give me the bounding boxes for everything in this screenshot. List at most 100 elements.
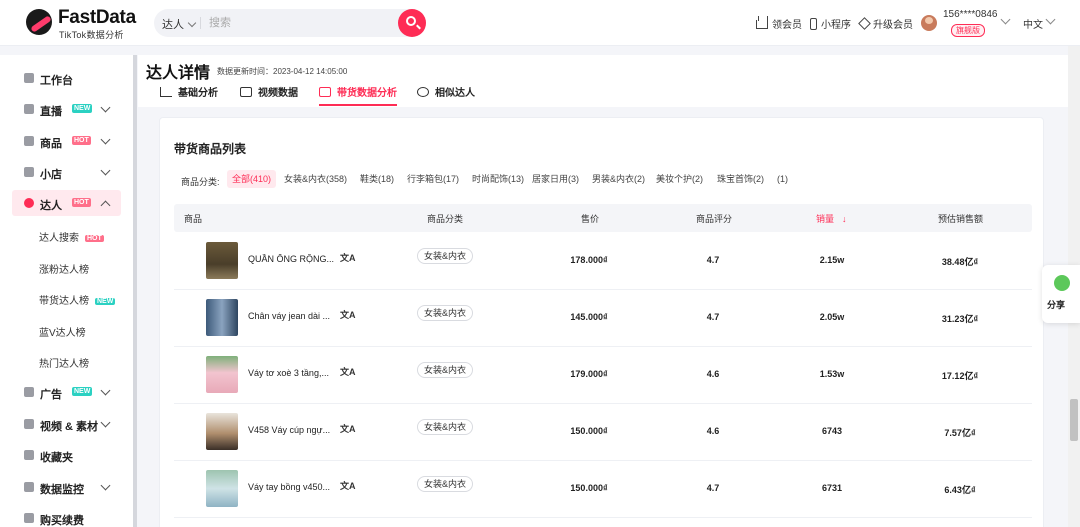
product-thumbnail[interactable] [206,299,238,336]
mini-program-link[interactable]: 小程序 [810,16,851,31]
new-badge: NEW [95,298,116,305]
table-row[interactable]: QUẦN ỐNG RỘNG... 文A 女装&内衣 178.000₫ 4.7 2… [174,233,1032,290]
sidebar-subitem-search[interactable]: 达人搜索 HOT [39,229,104,244]
phone-icon [810,18,817,31]
share-button[interactable]: 分享 [1042,265,1080,323]
sidebar-subitem-follower-growth[interactable]: 涨粉达人榜 [39,261,89,276]
product-name[interactable]: Váy tơ xoè 3 tầng,... [248,368,336,378]
tab-basic-analysis[interactable]: 基础分析 [160,84,218,106]
revenue-cell: 7.57亿₫ [944,428,976,438]
home-icon [24,73,34,83]
category-chip[interactable]: 女装&内衣(358) [282,170,349,188]
chevron-down-icon [100,385,111,396]
translate-icon[interactable]: 文A [340,251,356,264]
sales-cell: 2.15w [819,255,845,265]
plan-badge: 旗舰版 [951,24,985,37]
sidebar-item-monitoring[interactable]: 数据监控 [12,474,121,500]
category-chip[interactable]: 全部(410) [227,170,277,188]
rating-cell: 4.7 [706,255,720,265]
bag-icon [319,87,331,98]
search-icon [406,16,416,26]
vip-link[interactable]: 领会员 [756,15,802,31]
table-row[interactable]: Váy tay bồng v450... 文A 女装&内衣 150.000₫ 4… [174,461,1032,518]
sidebar-item-ads[interactable]: 广告 NEW [12,379,121,405]
language-chevron-icon[interactable] [1045,14,1056,25]
translate-icon[interactable]: 文A [340,422,356,435]
product-thumbnail[interactable] [206,470,238,507]
logo[interactable]: FastData TikTok数据分析 [24,7,154,41]
page-header: 达人详情 数据更新时间：2023-04-12 14:05:00 基础分析 视频数… [138,55,1068,107]
product-name[interactable]: V458 Váy cúp ngự... [248,425,336,435]
product-thumbnail[interactable] [206,242,238,279]
tab-similar-influencers[interactable]: 相似达人 [417,84,475,106]
product-name[interactable]: QUẦN ỐNG RỘNG... [248,254,336,264]
column-header-sales[interactable]: 销量 ↓ [816,212,847,225]
sidebar-item-shop[interactable]: 小店 [12,159,121,185]
sales-cell: 2.05w [819,312,845,322]
translate-icon[interactable]: 文A [340,308,356,321]
table-row[interactable]: Chân váy jean dài ... 文A 女装&内衣 145.000₫ … [174,290,1032,347]
sidebar-subitem-trending[interactable]: 热门达人榜 [39,355,89,370]
video-icon [24,419,34,429]
product-thumbnail[interactable] [206,356,238,393]
sidebar-item-live[interactable]: 直播 NEW [12,96,121,122]
sidebar-item-dashboard[interactable]: 工作台 [12,65,121,91]
sidebar-item-videos[interactable]: 视频 & 素材 [12,411,121,437]
search-type-select[interactable]: 达人 [162,16,197,32]
category-chip[interactable]: 珠宝首饰(2) [715,170,766,188]
search-input[interactable] [209,13,389,33]
column-header-rating[interactable]: 商品评分 [696,212,732,225]
sidebar-subitem-blue-v[interactable]: 蓝V达人榜 [39,324,86,339]
chevron-up-icon [100,200,111,211]
similar-icon [417,87,429,98]
table-row[interactable]: Váy tơ xoè 3 tầng,... 文A 女装&内衣 179.000₫ … [174,347,1032,404]
user-menu-chevron-icon[interactable] [1000,14,1011,25]
chevron-down-icon [100,165,111,176]
language-select[interactable]: 中文 [1023,16,1043,31]
sidebar-item-products[interactable]: 商品 HOT [12,128,121,154]
chevron-down-icon [187,18,197,28]
new-badge: NEW [72,387,93,396]
category-chip[interactable]: 居家日用(3) [530,170,581,188]
category-tag: 女装&内衣 [417,362,474,378]
monitor-icon [24,482,34,492]
sidebar-scrollbar[interactable] [133,55,137,527]
sidebar-item-label: 达人 [40,200,62,212]
chevron-down-icon [100,480,111,491]
page-scrollbar-thumb[interactable] [1070,399,1078,441]
sidebar-item-favorites[interactable]: 收藏夹 [12,442,121,468]
tab-sales-analysis[interactable]: 带货数据分析 [319,84,397,106]
tab-video-data[interactable]: 视频数据 [240,84,298,106]
avatar[interactable] [921,15,937,31]
rating-cell: 4.7 [706,483,720,493]
mini-program-label: 小程序 [821,20,851,31]
upgrade-link[interactable]: 升级会员 [858,16,913,31]
table-row[interactable]: V458 Váy cúp ngự... 文A 女装&内衣 150.000₫ 4.… [174,404,1032,461]
sidebar-subitem-sales-ranking[interactable]: 带货达人榜 NEW [39,292,116,307]
column-header-revenue[interactable]: 预估销售额 [938,212,983,225]
category-chip[interactable]: 鞋类(18) [358,170,396,188]
translate-icon[interactable]: 文A [340,479,356,492]
sales-cell: 6743 [821,426,843,436]
sidebar-item-influencer[interactable]: 达人 HOT [12,190,121,216]
category-chip[interactable]: (1) [775,170,790,188]
translate-icon[interactable]: 文A [340,365,356,378]
category-chip[interactable]: 美妆个护(2) [654,170,705,188]
sidebar-item-purchase[interactable]: 购买续费 [12,505,121,527]
price-cell: 150.000₫ [570,483,608,493]
user-phone[interactable]: 156****0846 [943,9,998,20]
sidebar-item-label: 商品 [40,138,62,150]
product-thumbnail[interactable] [206,413,238,450]
revenue-cell: 6.43亿₫ [944,485,976,495]
tab-label: 带货数据分析 [337,88,397,99]
influencer-icon [24,198,34,208]
panel-title: 带货商品列表 [174,142,247,156]
sidebar-subitem-label: 涨粉达人榜 [39,265,89,276]
category-chip[interactable]: 行李箱包(17) [405,170,461,188]
product-name[interactable]: Váy tay bồng v450... [248,482,336,492]
column-header-price[interactable]: 售价 [581,212,599,225]
category-chip[interactable]: 时尚配饰(13) [470,170,526,188]
category-chip[interactable]: 男装&内衣(2) [590,170,647,188]
product-name[interactable]: Chân váy jean dài ... [248,311,336,321]
search-button[interactable] [398,9,426,37]
